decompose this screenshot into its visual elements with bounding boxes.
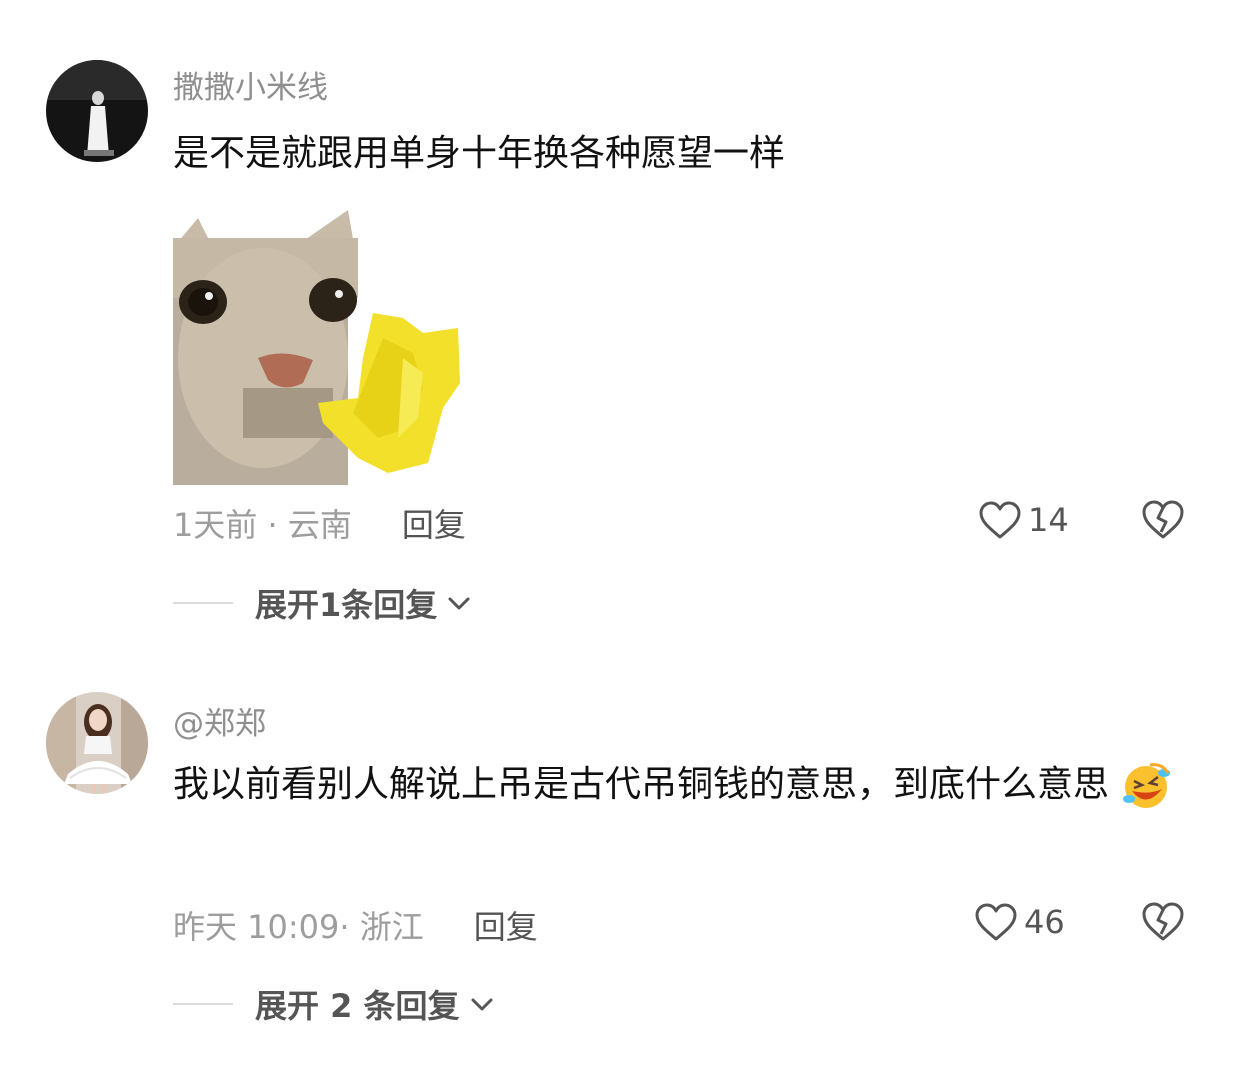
- cat-sticker-image[interactable]: [173, 208, 460, 485]
- broken-heart-icon[interactable]: [1140, 498, 1186, 540]
- avatar-image: [46, 60, 148, 162]
- comment-text: 是不是就跟用单身十年换各种愿望一样: [173, 133, 786, 174]
- comment-meta: 昨天 10:09· 浙江 回复: [173, 902, 538, 948]
- comment-text-content: 我以前看别人解说上吊是古代吊铜钱的意思，到底什么意思: [173, 764, 1110, 805]
- like-count: 14: [1028, 501, 1069, 539]
- heart-outline-icon: [975, 903, 1017, 941]
- avatar[interactable]: [46, 692, 148, 794]
- avatar-image: [46, 692, 148, 794]
- username[interactable]: 撒撒小米线: [173, 62, 328, 107]
- expand-replies-button[interactable]: 展开 2 条回复: [173, 981, 496, 1027]
- comment-meta: 1天前 · 云南 回复: [173, 500, 466, 546]
- reply-button[interactable]: 回复: [402, 500, 466, 546]
- reply-button[interactable]: 回复: [474, 902, 538, 948]
- divider-line: [173, 1003, 233, 1005]
- chevron-down-icon: [448, 597, 470, 610]
- chevron-down-icon: [471, 998, 493, 1011]
- like-button[interactable]: 14: [978, 500, 1069, 540]
- avatar[interactable]: [46, 60, 148, 162]
- timestamp-location: 1天前 · 云南: [173, 506, 352, 544]
- expand-replies-label: 展开 2 条回复: [255, 987, 460, 1025]
- expand-replies-button[interactable]: 展开1条回复: [173, 580, 473, 626]
- comment-text: 我以前看别人解说上吊是古代吊铜钱的意思，到底什么意思: [173, 752, 1203, 818]
- expand-replies-label: 展开1条回复: [255, 586, 438, 624]
- username[interactable]: @郑郑: [173, 698, 266, 743]
- rolling-laughing-emoji-icon: [1123, 763, 1171, 808]
- broken-heart-icon[interactable]: [1140, 900, 1186, 942]
- timestamp-location: 昨天 10:09· 浙江: [173, 908, 424, 946]
- divider-line: [173, 602, 233, 604]
- like-count: 46: [1024, 903, 1065, 941]
- heart-outline-icon: [979, 501, 1021, 539]
- like-button[interactable]: 46: [974, 902, 1065, 942]
